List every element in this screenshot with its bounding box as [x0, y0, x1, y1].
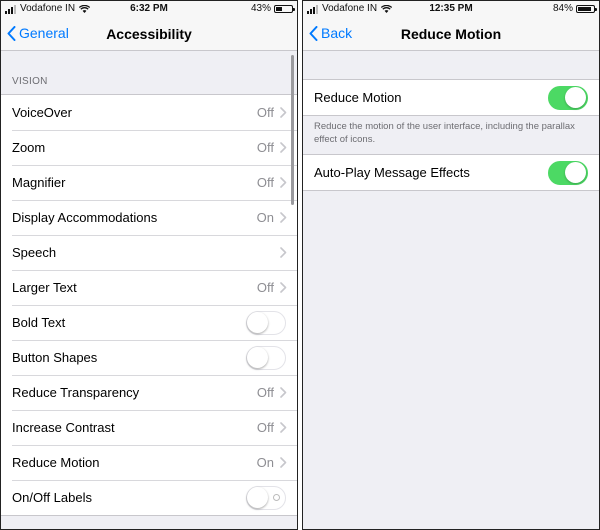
auto-play-label: Auto-Play Message Effects	[314, 165, 470, 180]
settings-row-increase-contrast[interactable]: Increase Contrast Off	[1, 410, 297, 445]
row-value: Off	[256, 280, 274, 295]
toggle-knob	[565, 161, 586, 183]
status-bar: Vodafone IN 6:32 PM 43%	[1, 1, 297, 17]
chevron-right-icon	[280, 247, 287, 258]
row-label: Reduce Transparency	[12, 385, 140, 400]
toggle-knob	[247, 486, 268, 508]
chevron-right-icon	[280, 387, 287, 398]
battery-icon	[274, 5, 295, 13]
page-title: Accessibility	[106, 26, 192, 42]
chevron-right-icon	[280, 212, 287, 223]
battery-percent: 43%	[250, 3, 271, 14]
settings-row-on-off-labels[interactable]: On/Off Labels	[1, 480, 297, 515]
on-off-labels-toggle[interactable]	[246, 485, 286, 510]
chevron-right-icon	[280, 282, 287, 293]
status-bar: Vodafone IN 12:35 PM 84%	[303, 1, 599, 17]
row-label: On/Off Labels	[12, 490, 92, 505]
battery-percent: 84%	[552, 3, 573, 14]
settings-row-zoom[interactable]: Zoom Off	[1, 130, 297, 165]
navigation-bar: Back Reduce Motion	[303, 17, 599, 51]
button-shapes-toggle[interactable]	[246, 345, 286, 370]
auto-play-toggle[interactable]	[548, 160, 588, 185]
toggle-knob	[565, 86, 586, 108]
settings-row-larger-text[interactable]: Larger Text Off	[1, 270, 297, 305]
section-header: VISION	[12, 76, 48, 87]
reduce-motion-screen: Vodafone IN 12:35 PM 84% Back Reduce Mot…	[302, 0, 600, 530]
row-label: Button Shapes	[12, 350, 98, 365]
bold-text-toggle[interactable]	[246, 310, 286, 335]
settings-row-button-shapes[interactable]: Button Shapes	[1, 340, 297, 375]
row-value: Off	[256, 140, 274, 155]
row-value: Off	[256, 105, 274, 120]
row-label: Reduce Motion	[12, 455, 100, 470]
row-label: Display Accommodations	[12, 210, 158, 225]
row-value: On	[256, 210, 274, 225]
reduce-motion-description: Reduce the motion of the user interface,…	[314, 121, 575, 145]
reduce-motion-group: Reduce Motion	[303, 79, 599, 116]
row-label: Magnifier	[12, 175, 66, 190]
chevron-right-icon	[280, 177, 287, 188]
row-value: Off	[256, 420, 274, 435]
settings-row-bold-text[interactable]: Bold Text	[1, 305, 297, 340]
navigation-bar: General Accessibility	[1, 17, 297, 51]
settings-row-speech[interactable]: Speech	[1, 235, 297, 270]
row-label: Larger Text	[12, 280, 77, 295]
settings-row-display-accommodations[interactable]: Display Accommodations On	[1, 200, 297, 235]
settings-row-reduce-motion[interactable]: Reduce Motion On	[1, 445, 297, 480]
row-value: On	[256, 455, 274, 470]
settings-row-magnifier[interactable]: Magnifier Off	[1, 165, 297, 200]
chevron-right-icon	[280, 142, 287, 153]
reduce-motion-row: Reduce Motion	[303, 80, 599, 115]
row-label: Zoom	[12, 140, 46, 155]
row-label: Increase Contrast	[12, 420, 115, 435]
chevron-right-icon	[280, 457, 287, 468]
settings-list: VoiceOver Off Zoom Off Magnifier Off Display A…	[1, 94, 297, 516]
auto-play-row: Auto-Play Message Effects	[303, 155, 599, 190]
reduce-motion-toggle[interactable]	[548, 85, 588, 110]
toggle-knob	[247, 346, 268, 368]
row-label: Bold Text	[12, 315, 66, 330]
chevron-right-icon	[280, 107, 287, 118]
auto-play-group: Auto-Play Message Effects	[303, 154, 599, 191]
accessibility-screen: Vodafone IN 6:32 PM 43% General Accessib…	[0, 0, 298, 530]
row-label: Speech	[12, 245, 57, 260]
settings-row-reduce-transparency[interactable]: Reduce Transparency Off	[1, 375, 297, 410]
toggle-knob	[247, 311, 268, 333]
off-indicator-icon	[273, 493, 280, 501]
settings-row-voiceover[interactable]: VoiceOver Off	[1, 95, 297, 130]
row-value: Off	[256, 385, 274, 400]
row-label: VoiceOver	[12, 105, 72, 120]
reduce-motion-label: Reduce Motion	[314, 90, 402, 105]
scrollbar[interactable]	[291, 55, 294, 205]
battery-icon	[576, 5, 597, 13]
page-title: Reduce Motion	[400, 26, 502, 42]
row-value: Off	[256, 175, 274, 190]
chevron-right-icon	[280, 422, 287, 433]
